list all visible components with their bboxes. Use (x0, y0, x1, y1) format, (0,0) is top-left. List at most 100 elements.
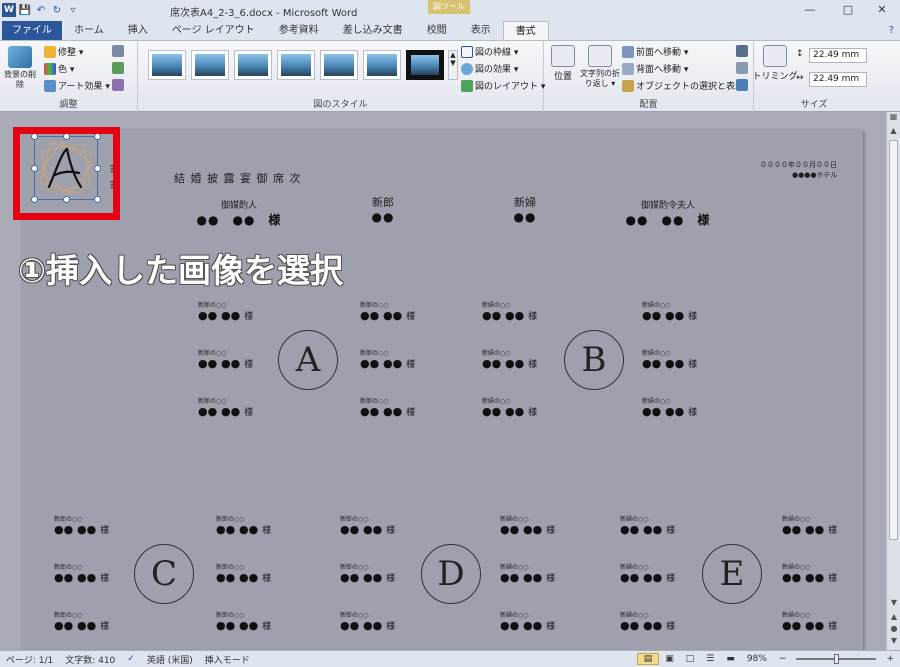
word-count[interactable]: 文字数: 410 (59, 653, 121, 666)
style-gallery-item[interactable] (191, 50, 229, 80)
zoom-out-icon[interactable]: − (773, 654, 793, 664)
print-layout-view-icon[interactable]: ▤ (636, 653, 660, 665)
zoom-slider-thumb[interactable] (834, 654, 840, 664)
tab-file[interactable]: ファイル (2, 21, 62, 40)
close-icon[interactable]: ✕ (864, 0, 900, 18)
status-bar: ページ: 1/1 文字数: 410 ✓ 英語 (米国) 挿入モード ▤ ▣ □ … (0, 650, 900, 667)
guest-entry: 新郎の○○ ●● ●● 様 (216, 612, 272, 632)
insert-mode[interactable]: 挿入モード (199, 653, 256, 666)
style-gallery-item[interactable] (148, 50, 186, 80)
guest-entry: 新郎の○○ ●● ●● 様 (216, 564, 272, 584)
guest-entry: 新婦の○○ ●● ●● 様 (500, 564, 556, 584)
selection-pane-icon (622, 79, 634, 92)
guest-entry: 新婦の○○ ●● ●● 様 (620, 612, 676, 632)
guest-entry: 新郎の○○ ●● ●● 様 (198, 350, 254, 370)
ribbon: 背景の削除 修整 ▾ 色 ▾ アート効果 ▾ 調整 ▲ ▼ 図の枠線 ▾ 図の効果… (0, 40, 900, 112)
ruler-toggle-icon[interactable]: ▦ (887, 112, 900, 126)
zoom-in-icon[interactable]: + (880, 654, 900, 664)
change-picture-icon[interactable] (112, 62, 124, 74)
guest-entry: 新婦の○○ ●● ●● 様 (500, 516, 556, 536)
picture-layout-button[interactable]: 図のレイアウト ▾ (461, 79, 545, 92)
scroll-thumb[interactable] (889, 140, 898, 540)
minimize-icon[interactable]: — (792, 0, 828, 18)
document-page[interactable]: 家 家 結 婚 披 露 宴 御 席 次 ００００年００月００日 ●●●●ホテル … (22, 130, 863, 650)
page-count[interactable]: ページ: 1/1 (0, 653, 59, 666)
color-icon (44, 62, 56, 75)
remove-background-button[interactable]: 背景の削除 (4, 46, 36, 90)
maximize-icon[interactable]: □ (830, 0, 866, 18)
color-button[interactable]: 色 ▾ (44, 62, 74, 75)
guest-entry: 新郎の○○ ●● ●● 様 (340, 612, 396, 632)
reset-picture-icon[interactable] (112, 79, 124, 91)
tab-page-layout[interactable]: ページ レイアウト (160, 21, 267, 40)
outline-view-icon[interactable]: ☰ (700, 654, 720, 664)
vertical-scrollbar[interactable]: ▦ ▲ ▼ ▲ ● ▼ (886, 112, 900, 650)
tab-mailings[interactable]: 差し込み文書 (331, 21, 415, 40)
quick-access-toolbar: W 💾 ↶ ↻ ▿ (0, 2, 80, 18)
proofing-icon[interactable]: ✓ (121, 654, 141, 664)
title-bar: W 💾 ↶ ↻ ▿ 席次表A4_2-3_6.docx - Microsoft W… (0, 0, 900, 20)
scroll-down-icon[interactable]: ▼ (887, 598, 900, 610)
rotate-icon[interactable] (736, 79, 748, 91)
tab-view[interactable]: 表示 (459, 21, 503, 40)
highlight-box (13, 127, 120, 220)
date-line: ００００年００月００日 (760, 161, 837, 169)
artistic-effects-button[interactable]: アート効果 ▾ (44, 79, 110, 92)
guest-entry: 新郎の○○ ●● ●● 様 (360, 350, 416, 370)
web-layout-view-icon[interactable]: □ (680, 654, 701, 664)
wrap-text-button[interactable]: 文字列の折り返し ▾ (580, 45, 620, 89)
corrections-button[interactable]: 修整 ▾ (44, 45, 83, 58)
artistic-effects-icon (44, 79, 56, 92)
customize-icon[interactable]: ▿ (66, 3, 80, 17)
send-backward-icon (622, 62, 634, 75)
tab-format[interactable]: 書式 (502, 21, 549, 40)
undo-icon[interactable]: ↶ (34, 3, 48, 17)
picture-border-button[interactable]: 図の枠線 ▾ (461, 45, 518, 58)
style-gallery-item[interactable] (320, 50, 358, 80)
bring-forward-button[interactable]: 前面へ移動 ▾ (622, 45, 688, 58)
guest-entry: 新婦の○○ ●● ●● 様 (482, 302, 538, 322)
style-gallery-item[interactable] (234, 50, 272, 80)
zoom-slider[interactable] (796, 654, 877, 664)
hotel-line: ●●●●ホテル (792, 171, 838, 179)
compress-pictures-icon[interactable] (112, 45, 124, 57)
zoom-level[interactable]: 98% (741, 654, 773, 664)
gallery-scroll[interactable]: ▲ ▼ (448, 50, 458, 80)
picture-effects-icon (461, 62, 473, 75)
tab-review[interactable]: 校閲 (415, 21, 459, 40)
crop-button[interactable]: トリミング (753, 45, 798, 82)
picture-tools-label: 図ツール (428, 0, 470, 14)
full-screen-view-icon[interactable]: ▣ (659, 654, 680, 664)
scroll-up-icon[interactable]: ▲ (887, 126, 900, 138)
height-input[interactable]: 22.49 mm (809, 48, 867, 63)
group-objects-icon[interactable] (736, 62, 748, 74)
browse-object-icon[interactable]: ● (887, 624, 900, 636)
save-icon[interactable]: 💾 (18, 3, 32, 17)
style-gallery-item-selected[interactable] (406, 50, 444, 80)
previous-page-icon[interactable]: ▲ (887, 612, 900, 624)
help-icon[interactable]: ? (883, 21, 900, 40)
position-button[interactable]: 位置 (548, 45, 578, 82)
tab-references[interactable]: 参考資料 (267, 21, 331, 40)
guest-entry: 新郎の○○ ●● ●● 様 (54, 564, 110, 584)
word-app-icon[interactable]: W (2, 3, 16, 17)
picture-effects-button[interactable]: 図の効果 ▾ (461, 62, 518, 75)
width-icon: ↔ (796, 73, 804, 83)
language-indicator[interactable]: 英語 (米国) (141, 653, 199, 666)
style-gallery-item[interactable] (363, 50, 401, 80)
next-page-icon[interactable]: ▼ (887, 636, 900, 648)
guest-entry: 新郎の○○ ●● ●● 様 (216, 516, 272, 536)
align-icon[interactable] (736, 45, 748, 57)
width-input[interactable]: 22.49 mm (809, 72, 867, 87)
send-backward-button[interactable]: 背面へ移動 ▾ (622, 62, 688, 75)
redo-icon[interactable]: ↻ (50, 3, 64, 17)
tab-insert[interactable]: 挿入 (116, 21, 160, 40)
remove-background-icon (8, 46, 32, 68)
bring-forward-icon (622, 45, 634, 58)
draft-view-icon[interactable]: ▬ (720, 654, 741, 664)
tab-home[interactable]: ホーム (62, 21, 116, 40)
table-a-circle: A (278, 330, 338, 390)
style-gallery-item[interactable] (277, 50, 315, 80)
selection-pane-button[interactable]: オブジェクトの選択と表示 (622, 79, 744, 92)
picture-layout-icon (461, 79, 473, 92)
